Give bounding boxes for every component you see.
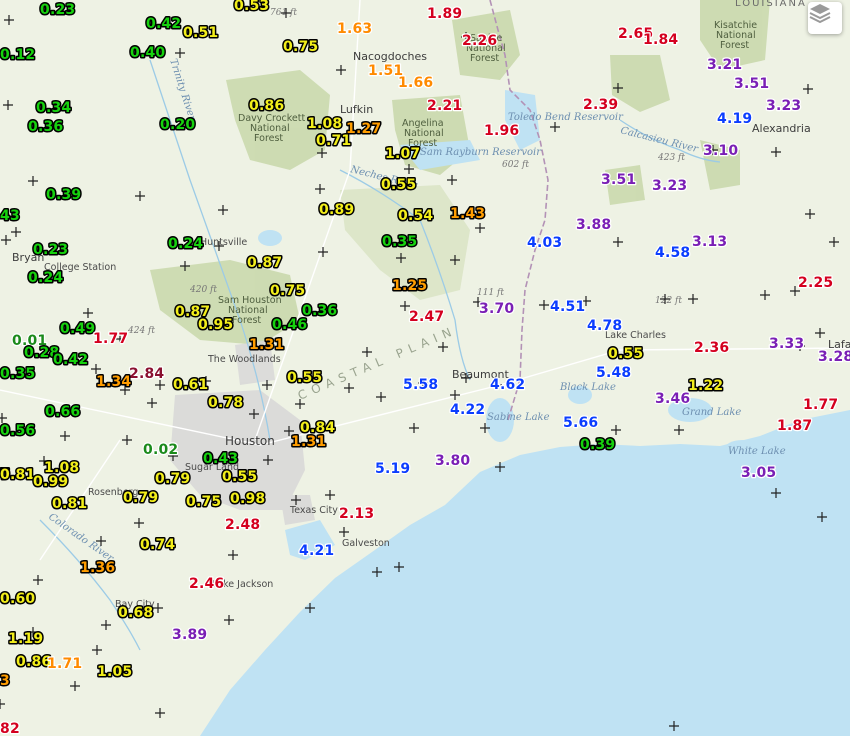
rainfall-map[interactable]: Nacogdoches Lufkin Huntsville Bryan Coll… bbox=[0, 0, 850, 736]
map-canvas[interactable] bbox=[0, 0, 850, 736]
layers-button[interactable] bbox=[808, 2, 842, 34]
layers-icon bbox=[809, 4, 831, 24]
